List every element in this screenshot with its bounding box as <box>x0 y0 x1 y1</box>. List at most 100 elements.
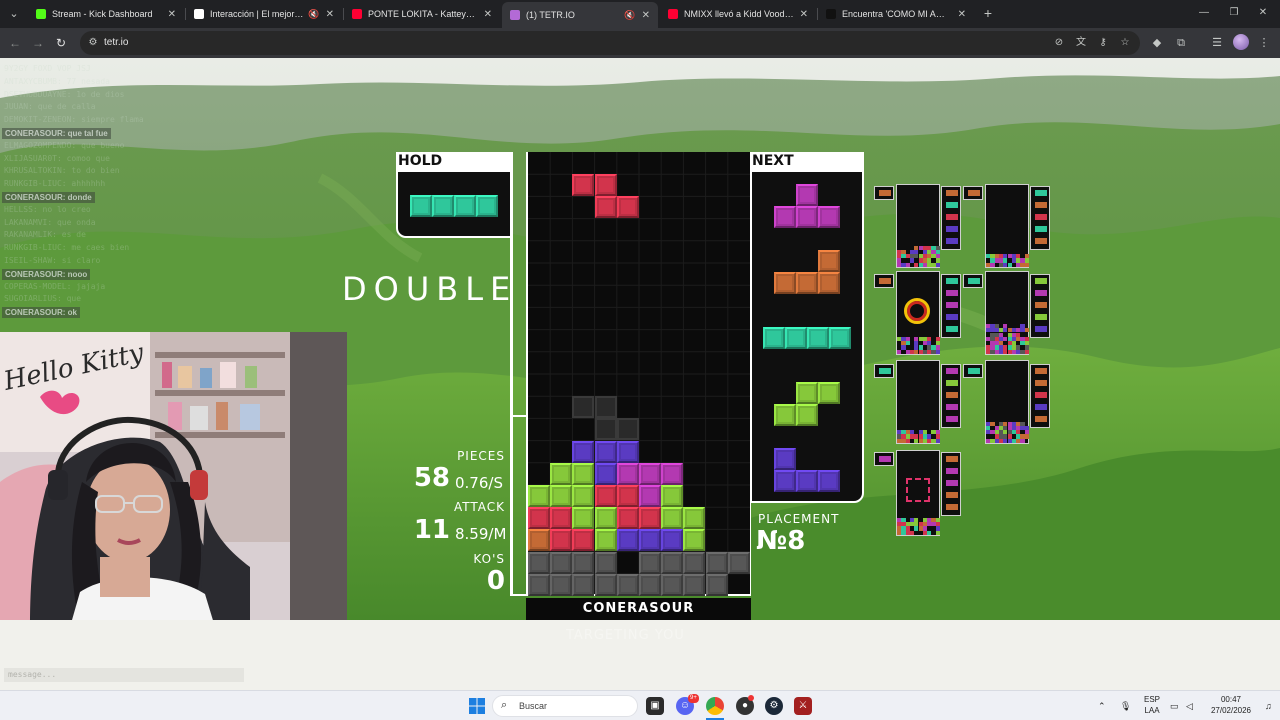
board-mino <box>727 551 750 574</box>
reload-icon[interactable]: ↻ <box>53 35 69 51</box>
board-mino <box>661 507 684 530</box>
tab-close-icon[interactable]: ✕ <box>642 10 650 21</box>
tab-close-icon[interactable]: ✕ <box>800 9 808 20</box>
tab-close-icon[interactable]: ✕ <box>168 9 176 20</box>
opponent-mino <box>901 517 906 523</box>
chat-input[interactable]: message... <box>4 668 244 682</box>
chrome-icon[interactable] <box>706 697 724 715</box>
opponent-queue-piece <box>946 416 958 422</box>
next-piece-mino <box>829 327 851 349</box>
tab-title: (1) TETR.IO <box>526 10 575 20</box>
chat-line: RAKANAMLIK: es de <box>4 230 86 240</box>
menu-kebab-icon[interactable]: ⋮ <box>1256 35 1272 51</box>
tab-close-icon[interactable]: ✕ <box>484 9 492 20</box>
reading-list-icon[interactable]: ☰ <box>1209 35 1225 51</box>
board-mino <box>594 551 617 574</box>
chat-line: ANTAXYCBUMB: 77 nesada <box>4 76 110 86</box>
opponent-mino <box>935 345 940 350</box>
chat-highlight-line: CONERASOUR: ok <box>2 307 81 319</box>
browser-tab-bar: ⌄ Stream - Kick Dashboard ✕ Interacción | … <box>0 0 1280 28</box>
taskbar-search[interactable]: ⌕ Buscar <box>492 695 638 717</box>
tab-title: Stream - Kick Dashboard <box>52 9 153 19</box>
opponent-queue-piece <box>1035 368 1047 374</box>
chat-line: ISEIL-SHAW: si claro <box>4 256 101 265</box>
opponent-mino <box>905 438 910 443</box>
target-reticle-icon <box>904 298 930 324</box>
opponent-queue-piece <box>946 202 958 208</box>
opponent-mino <box>1024 425 1029 431</box>
language-indicator[interactable]: ESP LAA <box>1141 694 1163 716</box>
opponent-mino <box>1016 345 1021 350</box>
site-info-icon[interactable]: ⚙ <box>86 36 100 50</box>
opponent-mino <box>922 526 928 531</box>
opponent-mino <box>1003 323 1008 329</box>
profile-avatar[interactable] <box>1233 34 1249 50</box>
translate-icon[interactable]: 文 <box>1074 36 1088 50</box>
opponent-queue-piece <box>946 368 958 374</box>
restore-icon[interactable]: ❐ <box>1224 5 1244 21</box>
board-mino <box>683 551 706 574</box>
tab-close-icon[interactable]: ✕ <box>958 9 966 20</box>
opponent-mino <box>914 341 919 346</box>
bookmark-star-icon[interactable]: ☆ <box>1118 36 1132 50</box>
browser-tab[interactable]: (1) TETR.IO 🔇 ✕ <box>502 2 658 28</box>
next-piece-mino <box>774 272 796 294</box>
board-mino <box>572 573 595 596</box>
dota-icon[interactable]: ⚔ <box>794 697 812 715</box>
volume-icon[interactable]: ◁ <box>1186 699 1193 713</box>
chat-highlight-line: CONERASOUR: donde <box>2 192 95 203</box>
new-tab-icon[interactable]: + <box>980 5 996 21</box>
opponent-queue-piece <box>968 368 980 374</box>
player-name: CONERASOUR <box>526 598 751 620</box>
steam-icon[interactable]: ⚙ <box>765 697 783 715</box>
tetris-board[interactable] <box>528 152 750 596</box>
opponent-mino <box>935 262 940 267</box>
browser-tab[interactable]: NMIXX llevó a Kidd Voodoo al lim ✕ <box>660 3 816 25</box>
address-url[interactable]: tetr.io <box>104 37 128 48</box>
browser-tab[interactable]: PONTE LOKITA - Katteyes x Kidd ✕ <box>344 3 500 25</box>
extensions-puzzle-icon[interactable]: ⧉ <box>1173 35 1189 51</box>
browser-tab[interactable]: Encuentra 'COMO MI AMIGO CU ✕ <box>818 3 974 25</box>
network-icon[interactable]: ▭ <box>1170 699 1179 713</box>
opponent-mino <box>994 323 999 329</box>
opponent-queue <box>941 274 961 338</box>
back-icon[interactable]: ← <box>7 35 23 51</box>
opponent-queue-piece <box>1035 314 1047 320</box>
tab-muted-icon[interactable]: 🔇 <box>308 9 319 20</box>
opponent-mino <box>1024 434 1029 439</box>
windows-start-icon[interactable] <box>468 697 486 715</box>
tab-close-icon[interactable]: ✕ <box>326 9 334 20</box>
microphone-icon[interactable]: 🎙 <box>1120 699 1131 713</box>
opponent-queue-piece <box>1035 278 1047 284</box>
eye-off-icon[interactable]: ⊘ <box>1052 36 1066 50</box>
browser-tab[interactable]: Interacción | El mejor software 🔇 ✕ <box>186 3 342 25</box>
opponent-mino <box>1016 430 1021 435</box>
password-key-icon[interactable]: ⚷ <box>1096 36 1110 50</box>
extension-diamond-icon[interactable]: ◆ <box>1149 35 1165 51</box>
close-window-icon[interactable]: ✕ <box>1253 5 1273 21</box>
browser-toolbar: ← → ↻ ⚙ tetr.io ⊘ 文 ⚷ ☆ ◆ ⧉ ☰ ⋮ <box>0 28 1280 58</box>
falling-piece-mino <box>594 196 617 219</box>
board-left-wall <box>510 152 513 596</box>
opponent-mino <box>897 258 902 263</box>
task-view-icon[interactable]: ▣ <box>646 697 664 715</box>
hold-panel <box>396 170 512 238</box>
tab-search-icon[interactable]: ⌄ <box>6 6 22 22</box>
board-mino <box>550 529 573 552</box>
address-bar[interactable]: ⚙ tetr.io ⊘ 文 ⚷ ☆ <box>80 31 1140 55</box>
opponent-queue-piece <box>1035 238 1047 244</box>
opponent-mino <box>897 349 902 354</box>
tab-muted-icon[interactable]: 🔇 <box>624 10 635 21</box>
placement-label: PLACEMENT <box>758 512 840 526</box>
forward-icon[interactable]: → <box>30 35 46 51</box>
notification-bell-icon[interactable]: ♫ <box>1265 699 1272 713</box>
browser-tab[interactable]: Stream - Kick Dashboard ✕ <box>28 3 184 25</box>
board-mino <box>572 462 595 485</box>
board-mino <box>661 573 684 596</box>
tray-overflow-icon[interactable]: ⌃ <box>1098 699 1106 713</box>
opponent-queue <box>941 186 961 250</box>
board-mino <box>616 507 639 530</box>
minimize-icon[interactable]: — <box>1194 5 1214 21</box>
clock[interactable]: 00:47 27/02/2026 <box>1204 694 1258 716</box>
board-mino <box>616 462 639 485</box>
